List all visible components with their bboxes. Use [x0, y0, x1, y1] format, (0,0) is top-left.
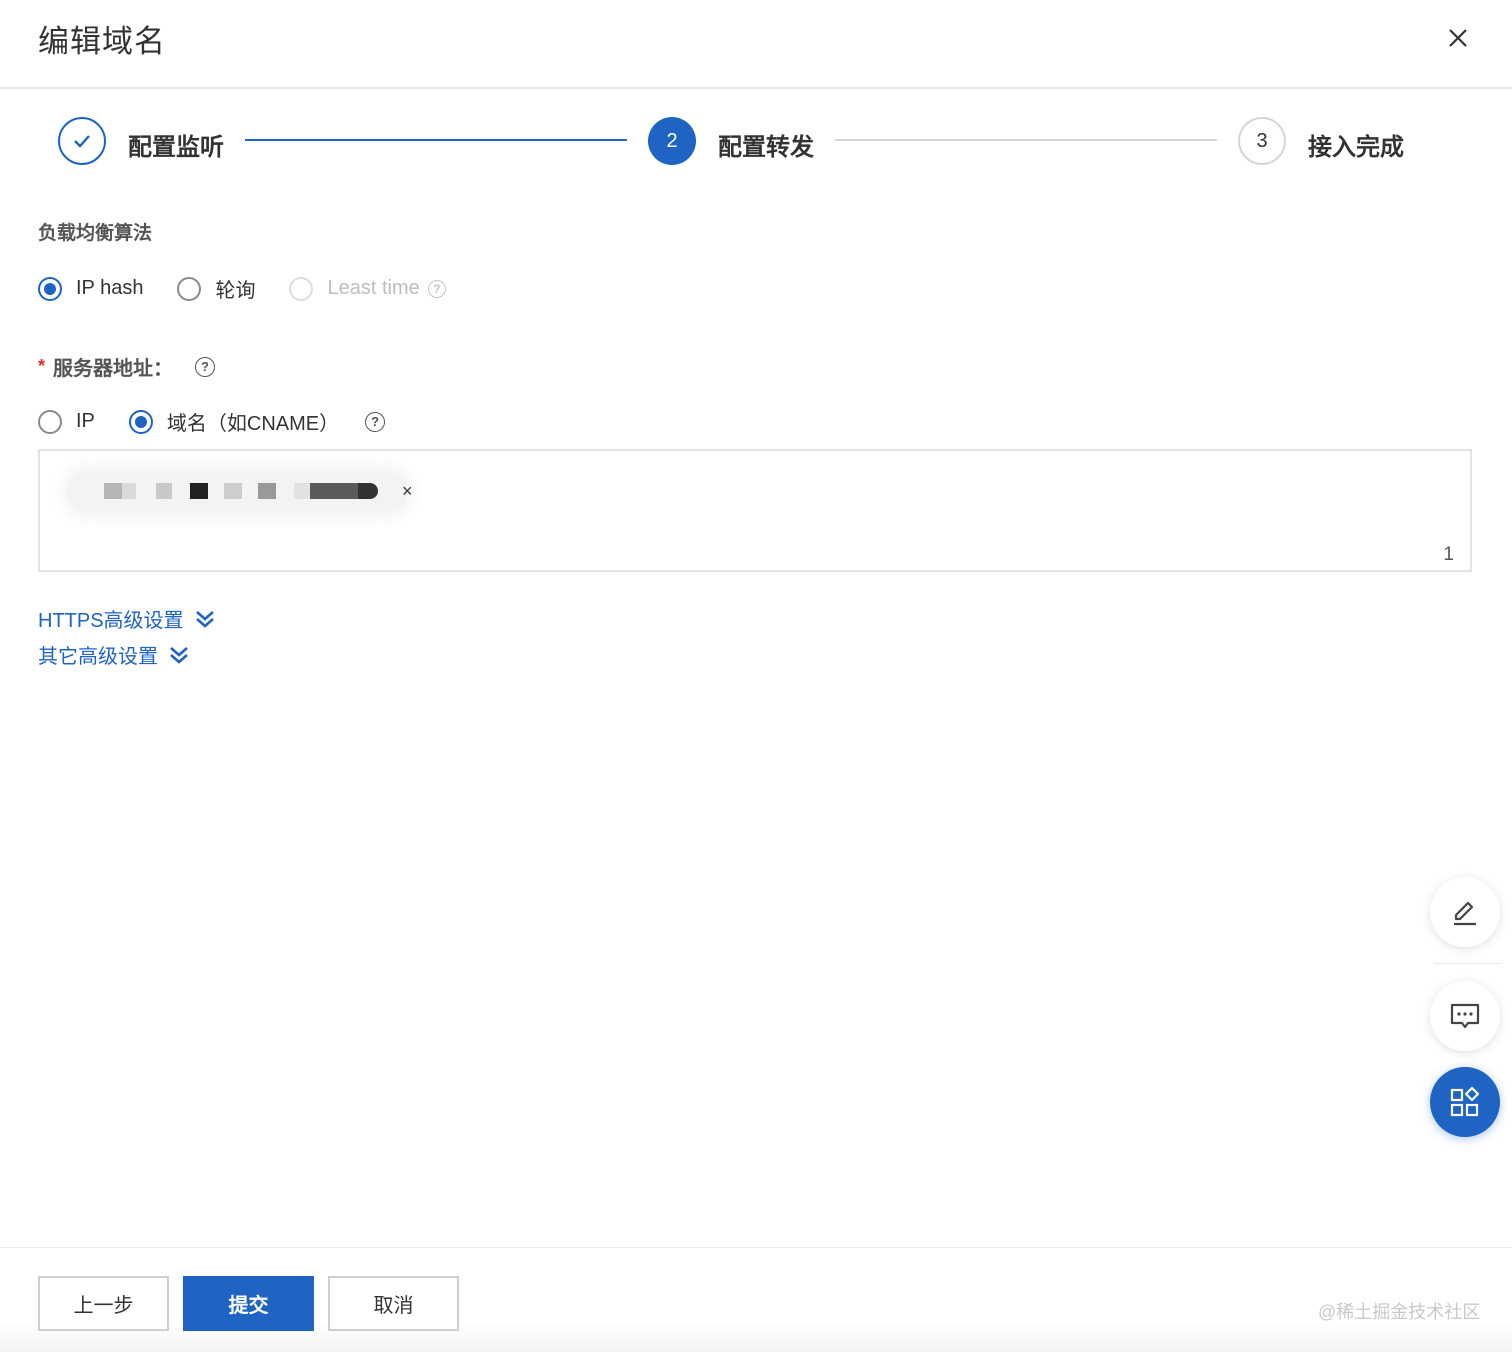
close-icon: [1449, 29, 1467, 47]
cancel-button[interactable]: 取消: [328, 1276, 459, 1331]
step-1-label: 配置监听: [128, 134, 224, 161]
algorithm-radio-group: IP hash 轮询 Least time ?: [38, 274, 480, 303]
radio-label: 轮询: [215, 280, 256, 302]
radio-circle[interactable]: [128, 409, 153, 434]
radio-label: IP: [76, 410, 95, 432]
radio-label: IP hash: [76, 277, 144, 299]
server-type-radio-group: IP 域名（如CNAME） ?: [38, 407, 419, 436]
apps-grid-icon: [1450, 1086, 1480, 1117]
other-advanced-label: 其它高级设置: [38, 646, 158, 668]
help-icon[interactable]: ?: [427, 279, 446, 298]
dialog-title: 编辑域名: [38, 24, 166, 59]
tag-count: 1: [1443, 544, 1454, 565]
step-3-indicator: 3: [1238, 117, 1286, 165]
radio-circle: [289, 276, 314, 301]
double-chevron-down-icon: [170, 646, 188, 664]
apps-float-button[interactable]: [1430, 1067, 1500, 1137]
algorithm-label: 负载均衡算法: [38, 223, 153, 244]
required-mark: *: [38, 356, 46, 376]
radio-round-robin[interactable]: 轮询: [177, 274, 255, 303]
other-advanced-toggle[interactable]: 其它高级设置: [38, 640, 190, 669]
step-1-indicator: [58, 117, 106, 165]
server-address-input[interactable]: × 1: [38, 449, 1472, 572]
step-3-label: 接入完成: [1308, 134, 1404, 161]
radio-least-time: Least time ?: [289, 276, 446, 301]
radio-label: 域名（如CNAME）: [166, 413, 340, 435]
dialog-footer: 上一步 提交 取消 @稀土掘金技术社区: [0, 1247, 1512, 1352]
radio-domain[interactable]: 域名（如CNAME） ?: [128, 407, 386, 436]
address-tag: ×: [66, 471, 413, 513]
radio-ip[interactable]: IP: [38, 409, 95, 434]
step-3-number: 3: [1256, 129, 1268, 152]
step-2-label: 配置转发: [718, 134, 814, 161]
close-button[interactable]: [1440, 20, 1476, 56]
watermark: @稀土掘金技术社区: [1318, 1302, 1481, 1322]
help-icon[interactable]: ?: [365, 411, 386, 432]
radio-circle[interactable]: [38, 409, 62, 434]
radio-label: Least time: [327, 277, 420, 299]
check-icon: [74, 135, 90, 148]
step-2-indicator: 2: [648, 117, 696, 165]
radio-ip-hash[interactable]: IP hash: [38, 276, 144, 301]
server-address-label: * 服务器地址： ?: [38, 352, 216, 381]
dialog-header: 编辑域名: [0, 0, 1512, 89]
radio-circle[interactable]: [38, 276, 62, 301]
https-advanced-toggle[interactable]: HTTPS高级设置: [38, 604, 216, 633]
step-connector-pending: [835, 139, 1217, 141]
feedback-float-button[interactable]: [1430, 981, 1500, 1051]
double-chevron-down-icon: [195, 610, 214, 628]
edit-float-button[interactable]: [1430, 877, 1500, 947]
help-icon[interactable]: ?: [195, 356, 216, 377]
step-connector-done: [245, 139, 627, 141]
float-divider: [1434, 963, 1500, 964]
https-advanced-label: HTTPS高级设置: [38, 610, 184, 632]
previous-step-button[interactable]: 上一步: [38, 1276, 169, 1331]
server-address-text: 服务器地址：: [53, 358, 174, 380]
tag-remove-icon[interactable]: ×: [402, 481, 413, 502]
radio-circle[interactable]: [177, 276, 202, 301]
submit-button[interactable]: 提交: [183, 1276, 314, 1331]
pencil-icon: [1454, 901, 1476, 926]
chat-icon: [1450, 1003, 1480, 1029]
step-2-number: 2: [666, 129, 678, 152]
